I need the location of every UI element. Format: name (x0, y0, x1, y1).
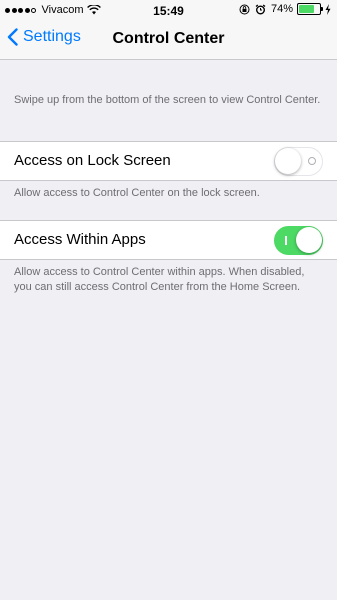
within-apps-description: Allow access to Control Center within ap… (14, 266, 305, 293)
back-button[interactable]: Settings (7, 28, 81, 46)
battery-fill (299, 5, 314, 13)
setting-row-lock-screen: Access on Lock Screen (0, 141, 337, 181)
intro-description: Swipe up from the bottom of the screen t… (14, 94, 321, 106)
status-right: 74% (239, 3, 331, 15)
setting-label-within-apps: Access Within Apps (14, 231, 146, 248)
status-bar: Vivacom 15:49 74% (0, 0, 337, 20)
within-apps-toggle[interactable] (274, 226, 323, 255)
charging-bolt-icon (325, 3, 331, 15)
navigation-bar: Settings Control Center (0, 20, 337, 60)
lock-screen-description: Allow access to Control Center on the lo… (14, 187, 260, 199)
orientation-lock-icon (239, 4, 250, 15)
back-button-label: Settings (23, 28, 81, 45)
chevron-left-icon (7, 28, 18, 46)
toggle-knob (275, 148, 301, 174)
toggle-off-indicator-icon (308, 157, 316, 165)
setting-label-lock-screen: Access on Lock Screen (14, 152, 171, 169)
alarm-icon (255, 4, 266, 15)
setting-row-within-apps: Access Within Apps (0, 220, 337, 260)
lock-screen-toggle[interactable] (274, 147, 323, 176)
toggle-knob (296, 227, 322, 253)
battery-percent: 74% (270, 3, 293, 15)
toggle-on-indicator-icon (285, 236, 287, 245)
battery-icon (297, 3, 323, 15)
